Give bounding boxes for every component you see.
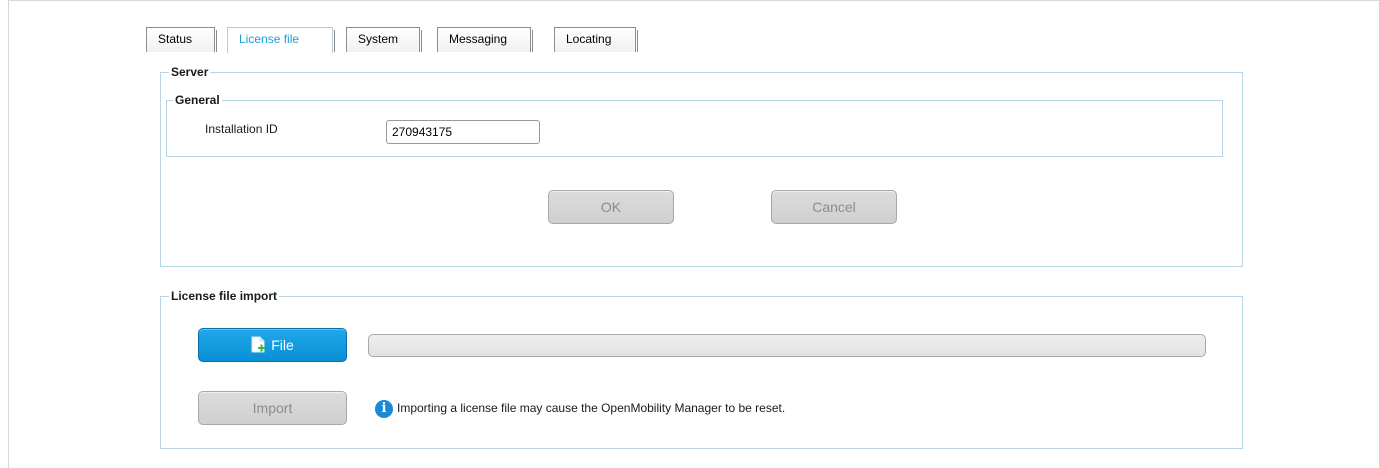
installation-id-input[interactable] (386, 120, 540, 144)
tab-label: Locating (566, 32, 612, 46)
license-import-group: License file import (160, 288, 1243, 449)
file-button[interactable]: File (198, 328, 347, 362)
import-info-message: i Importing a license file may cause the … (375, 399, 785, 419)
tab-label: Messaging (449, 32, 508, 46)
import-progress-bar (368, 334, 1206, 357)
info-icon: i (375, 399, 393, 418)
info-text: Importing a license file may cause the O… (397, 401, 786, 415)
server-group-title: Server (169, 64, 211, 80)
installation-id-label: Installation ID (205, 122, 278, 136)
tab-messaging[interactable]: Messaging (437, 27, 533, 52)
tab-label: Status (158, 32, 193, 46)
license-import-group-title: License file import (169, 288, 280, 304)
general-group: General (166, 92, 1223, 157)
cancel-button[interactable]: Cancel (771, 190, 897, 224)
file-add-icon (251, 332, 266, 353)
tab-label: System (358, 32, 399, 46)
import-button[interactable]: Import (198, 391, 347, 425)
file-button-label: File (271, 337, 294, 353)
tab-system[interactable]: System (346, 27, 422, 52)
tab-status[interactable]: Status (146, 27, 217, 52)
tab-locating[interactable]: Locating (554, 27, 638, 52)
tab-label: License file (239, 32, 300, 46)
general-group-title: General (173, 92, 222, 108)
ok-button[interactable]: OK (548, 190, 674, 224)
tab-license-file[interactable]: License file (227, 27, 335, 53)
